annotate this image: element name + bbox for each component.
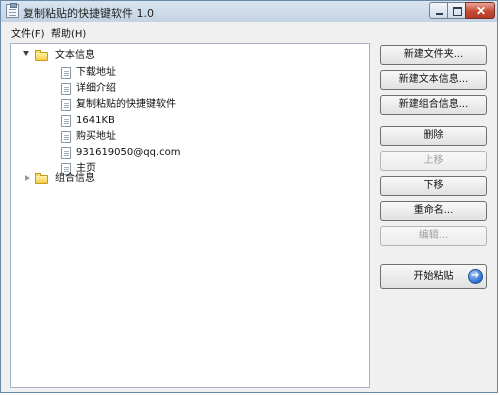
tree-item-label: 931619050@qq.com <box>76 147 181 158</box>
start-paste-button[interactable]: 开始粘贴 <box>380 264 487 289</box>
maximize-icon <box>453 7 462 16</box>
title-bar[interactable]: 复制粘贴的快捷键软件 1.0 ✕ <box>1 1 497 22</box>
tree-item-label: 1641KB <box>76 115 115 126</box>
app-window: 复制粘贴的快捷键软件 1.0 ✕ 文件(F) 帮助(H) 文本信息 下载地址 详… <box>0 0 498 393</box>
tree-item-label: 复制粘贴的快捷键软件 <box>76 99 176 110</box>
document-icon <box>61 131 71 143</box>
close-icon: ✕ <box>476 4 487 18</box>
tree-folder-label: 文本信息 <box>55 50 95 61</box>
folder-icon <box>35 173 48 184</box>
document-icon <box>61 99 71 111</box>
menu-help[interactable]: 帮助(H) <box>51 25 86 40</box>
minimize-icon <box>436 13 443 15</box>
expand-arrow-icon[interactable] <box>23 51 29 56</box>
minimize-button[interactable] <box>429 2 448 19</box>
document-icon <box>61 147 71 159</box>
delete-button[interactable]: 删除 <box>380 126 487 146</box>
tree-item-label: 购买地址 <box>76 131 116 142</box>
collapse-arrow-icon[interactable] <box>25 175 30 181</box>
rename-button[interactable]: 重命名... <box>380 201 487 221</box>
move-down-button[interactable]: 下移 <box>380 176 487 196</box>
close-button[interactable]: ✕ <box>465 2 495 19</box>
move-up-button[interactable]: 上移 <box>380 151 487 171</box>
tree-folder-combo-info[interactable]: 组合信息 <box>21 172 321 186</box>
tree-item[interactable]: 下载地址 <box>61 66 321 80</box>
tree-item-label: 下载地址 <box>76 67 116 78</box>
tree-item-label: 详细介绍 <box>76 83 116 94</box>
tree-item[interactable]: 购买地址 <box>61 130 321 144</box>
document-icon <box>61 115 71 127</box>
window-title: 复制粘贴的快捷键软件 1.0 <box>23 7 154 20</box>
new-text-info-button[interactable]: 新建文本信息... <box>380 70 487 90</box>
folder-icon <box>35 50 48 61</box>
start-paste-label: 开始粘贴 <box>413 271 454 282</box>
info-tree[interactable]: 文本信息 下载地址 详细介绍 复制粘贴的快捷键软件 1641KB 购买地址 93… <box>10 43 370 388</box>
document-icon <box>61 83 71 95</box>
edit-button[interactable]: 编辑... <box>380 226 487 246</box>
document-icon <box>61 67 71 79</box>
clipboard-icon <box>6 3 19 18</box>
new-folder-button[interactable]: 新建文件夹... <box>380 45 487 65</box>
tree-item[interactable]: 931619050@qq.com <box>61 146 321 160</box>
tree-folder-text-info[interactable]: 文本信息 <box>21 49 321 63</box>
go-arrow-icon <box>468 269 483 284</box>
menu-bar: 文件(F) 帮助(H) <box>1 22 497 40</box>
menu-file[interactable]: 文件(F) <box>11 25 45 40</box>
tree-item[interactable]: 复制粘贴的快捷键软件 <box>61 98 321 112</box>
main-panel: 文本信息 下载地址 详细介绍 复制粘贴的快捷键软件 1641KB 购买地址 93… <box>1 39 497 392</box>
new-combo-info-button[interactable]: 新建组合信息... <box>380 95 487 115</box>
maximize-button[interactable] <box>447 2 466 19</box>
tree-item[interactable]: 1641KB <box>61 114 321 128</box>
tree-item[interactable]: 详细介绍 <box>61 82 321 96</box>
tree-folder-label: 组合信息 <box>55 173 95 184</box>
